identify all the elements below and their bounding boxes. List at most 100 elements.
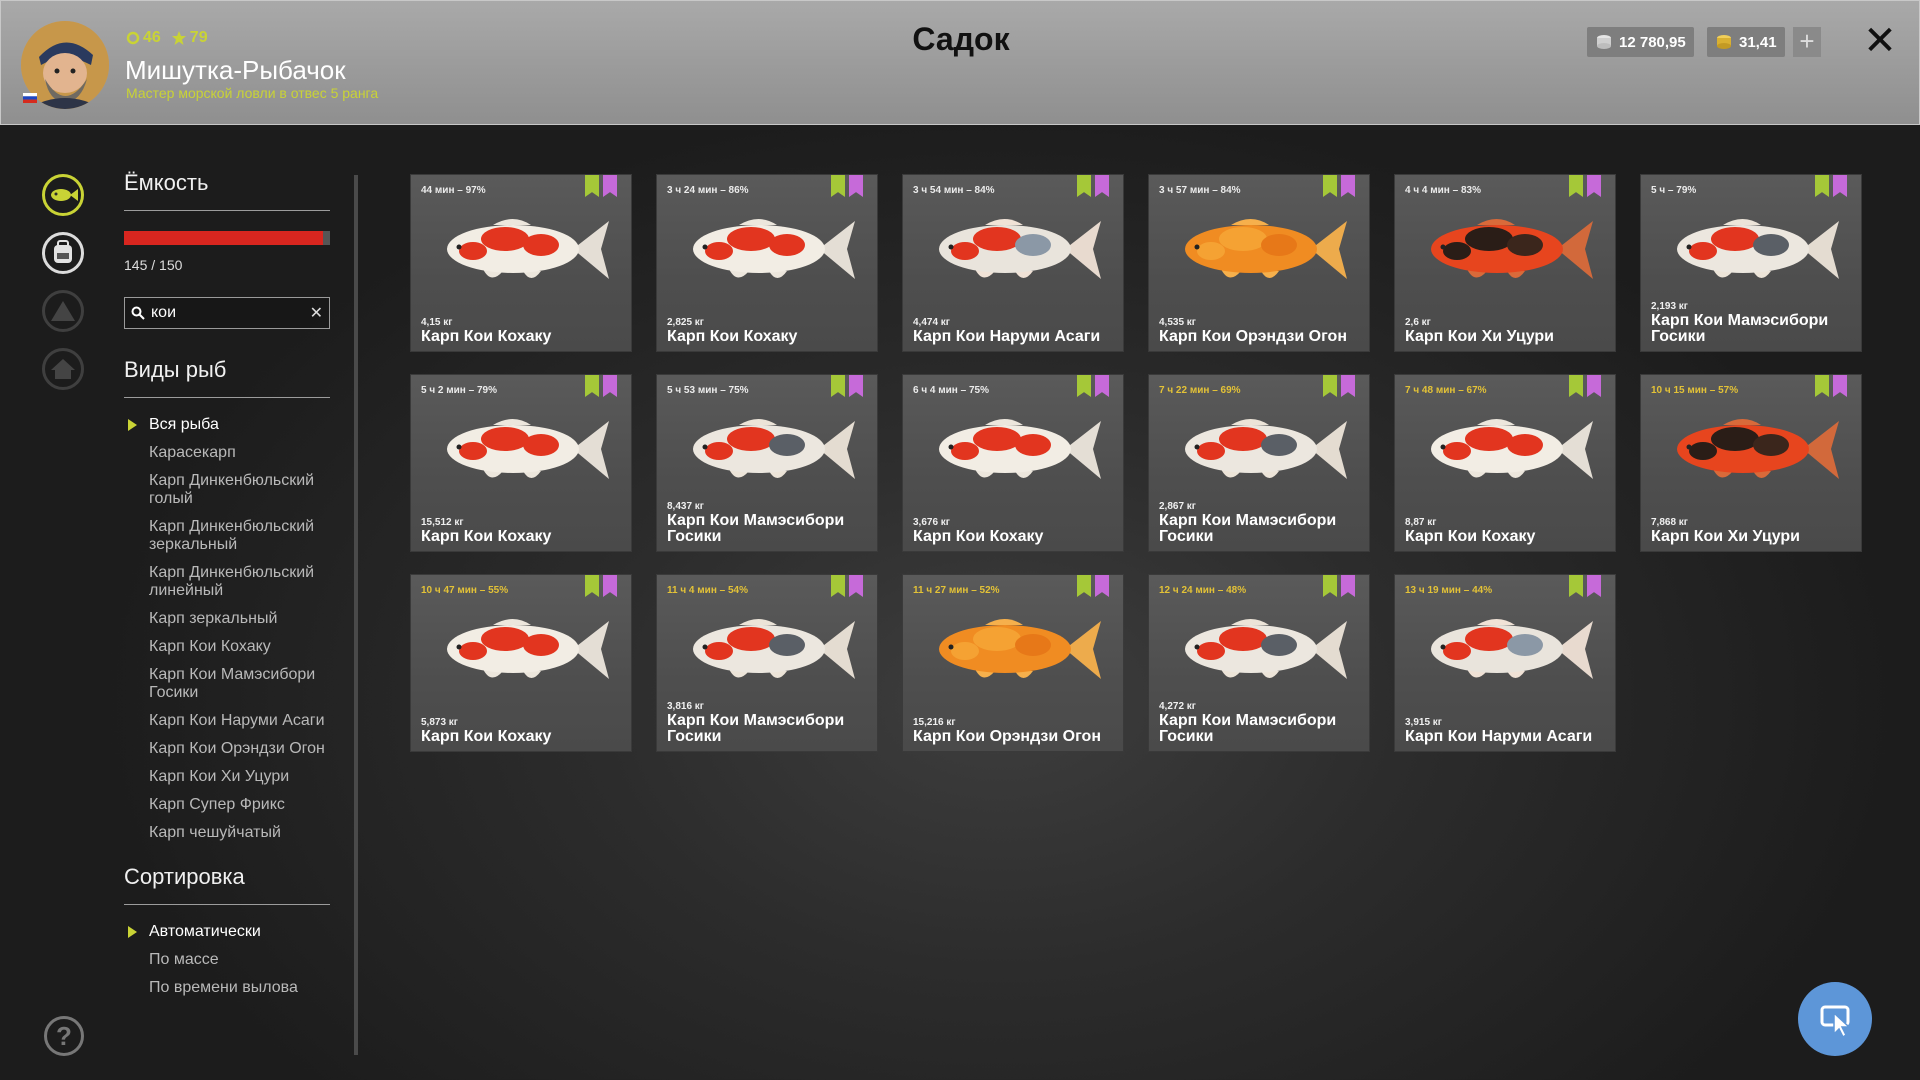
fish-card[interactable]: 6 ч 4 мин – 75% 3,676 кг Карп Кои Кохаку	[902, 374, 1124, 552]
bookmark-purple-icon[interactable]	[603, 375, 617, 397]
bookmark-green-icon[interactable]	[1323, 375, 1337, 397]
cursor-mode-button[interactable]	[1798, 982, 1872, 1056]
fish-card[interactable]: 3 ч 57 мин – 84% 4,535 кг Карп Кои Орэнд…	[1148, 174, 1370, 352]
fish-type-item[interactable]: Карп Динкенбюльский линейный	[124, 564, 330, 600]
bookmark-purple-icon[interactable]	[1095, 375, 1109, 397]
fish-types-title: Виды рыб	[124, 357, 330, 398]
bookmark-purple-icon[interactable]	[849, 175, 863, 197]
fish-type-item[interactable]: Карп Динкенбюльский голый	[124, 472, 330, 508]
bookmark-green-icon[interactable]	[585, 375, 599, 397]
bookmark-green-icon[interactable]	[1077, 575, 1091, 597]
fish-card[interactable]: 13 ч 19 мин – 44% 3,915 кг Карп Кои Нару…	[1394, 574, 1616, 752]
bookmark-purple-icon[interactable]	[849, 375, 863, 397]
fish-type-item[interactable]: Карасекарп	[124, 444, 330, 462]
add-currency-button[interactable]: +	[1793, 27, 1821, 57]
fish-name: Карп Кои Наруми Асаги	[1405, 728, 1593, 745]
fish-type-item[interactable]: Карп Кои Орэндзи Огон	[124, 740, 330, 758]
fish-weight: 5,873 кг	[421, 717, 458, 728]
search-input[interactable]: кои ✕	[124, 297, 330, 329]
fish-weight: 3,676 кг	[913, 517, 950, 528]
fish-type-item[interactable]: Карп Динкенбюльский зеркальный	[124, 518, 330, 554]
bookmark-green-icon[interactable]	[1815, 175, 1829, 197]
sort-option[interactable]: По времени вылова	[124, 979, 330, 997]
fish-card[interactable]: 11 ч 27 мин – 52% 15,216 кг Карп Кои Орэ…	[902, 574, 1124, 752]
fish-card[interactable]: 10 ч 47 мин – 55% 5,873 кг Карп Кои Коха…	[410, 574, 632, 752]
bookmark-purple-icon[interactable]	[1833, 175, 1847, 197]
fish-weight: 3,915 кг	[1405, 717, 1442, 728]
fish-type-item[interactable]: Карп Кои Мамэсибори Госики	[124, 666, 330, 702]
catch-time-freshness: 13 ч 19 мин – 44%	[1405, 585, 1493, 596]
fish-type-item[interactable]: Карп зеркальный	[124, 610, 330, 628]
fish-card[interactable]: 5 ч – 79% 2,193 кг Карп Кои Мамэсибори Г…	[1640, 174, 1862, 352]
bookmark-purple-icon[interactable]	[1341, 575, 1355, 597]
bookmark-purple-icon[interactable]	[1587, 375, 1601, 397]
fish-card[interactable]: 3 ч 24 мин – 86% 2,825 кг Карп Кои Кохак…	[656, 174, 878, 352]
bookmark-green-icon[interactable]	[1569, 575, 1583, 597]
bookmark-green-icon[interactable]	[1323, 175, 1337, 197]
bookmark-green-icon[interactable]	[1323, 575, 1337, 597]
bookmark-purple-icon[interactable]	[1095, 175, 1109, 197]
fish-name: Карп Кои Кохаку	[913, 528, 1044, 545]
tab-keepnet[interactable]	[42, 174, 84, 216]
card-bookmarks	[1569, 175, 1601, 197]
bookmark-green-icon[interactable]	[1569, 375, 1583, 397]
fish-type-item[interactable]: Карп чешуйчатый	[124, 824, 330, 842]
fish-card[interactable]: 11 ч 4 мин – 54% 3,816 кг Карп Кои Мамэс…	[656, 574, 878, 752]
fish-type-item[interactable]: Карп Супер Фрикс	[124, 796, 330, 814]
fish-type-item[interactable]: Вся рыба	[124, 416, 330, 434]
bookmark-green-icon[interactable]	[1569, 175, 1583, 197]
fish-card[interactable]: 12 ч 24 мин – 48% 4,272 кг Карп Кои Мамэ…	[1148, 574, 1370, 752]
bookmark-purple-icon[interactable]	[603, 575, 617, 597]
sort-option[interactable]: Автоматически	[124, 923, 330, 941]
koi-fish-image	[1431, 419, 1593, 479]
fish-type-item[interactable]: Карп Кои Наруми Асаги	[124, 712, 330, 730]
fish-card[interactable]: 5 ч 53 мин – 75% 8,437 кг Карп Кои Мамэс…	[656, 374, 878, 552]
fish-weight: 4,272 кг	[1159, 701, 1196, 712]
bookmark-purple-icon[interactable]	[603, 175, 617, 197]
sort-option[interactable]: По массе	[124, 951, 330, 969]
bookmark-purple-icon[interactable]	[849, 575, 863, 597]
bookmark-green-icon[interactable]	[1077, 175, 1091, 197]
fish-card[interactable]: 5 ч 2 мин – 79% 15,512 кг Карп Кои Кохак…	[410, 374, 632, 552]
clear-search-icon[interactable]: ✕	[310, 303, 323, 323]
tab-home[interactable]	[42, 348, 84, 390]
bookmark-green-icon[interactable]	[585, 175, 599, 197]
silver-balance[interactable]: 12 780,95	[1587, 27, 1694, 57]
fish-card[interactable]: 4 ч 4 мин – 83% 2,6 кг Карп Кои Хи Уцури	[1394, 174, 1616, 352]
bookmark-purple-icon[interactable]	[1095, 575, 1109, 597]
bookmark-green-icon[interactable]	[831, 375, 845, 397]
fish-card[interactable]: 10 ч 15 мин – 57% 7,868 кг Карп Кои Хи У…	[1640, 374, 1862, 552]
catch-time-freshness: 5 ч 2 мин – 79%	[421, 385, 497, 396]
fish-card[interactable]: 7 ч 22 мин – 69% 2,867 кг Карп Кои Мамэс…	[1148, 374, 1370, 552]
bookmark-purple-icon[interactable]	[1341, 375, 1355, 397]
fish-name: Карп Кои Мамэсибори Госики	[667, 712, 845, 745]
catch-time-freshness: 3 ч 54 мин – 84%	[913, 185, 995, 196]
tent-icon	[51, 301, 75, 321]
fish-card[interactable]: 3 ч 54 мин – 84% 4,474 кг Карп Кои Нарум…	[902, 174, 1124, 352]
bookmark-green-icon[interactable]	[1815, 375, 1829, 397]
bookmark-green-icon[interactable]	[585, 575, 599, 597]
bookmark-green-icon[interactable]	[1077, 375, 1091, 397]
bookmark-purple-icon[interactable]	[1587, 175, 1601, 197]
bookmark-purple-icon[interactable]	[1833, 375, 1847, 397]
fish-type-item[interactable]: Карп Кои Хи Уцури	[124, 768, 330, 786]
tab-backpack[interactable]	[42, 232, 84, 274]
bookmark-green-icon[interactable]	[831, 175, 845, 197]
card-bookmarks	[1815, 175, 1847, 197]
card-bookmarks	[1569, 375, 1601, 397]
search-icon	[131, 306, 145, 320]
player-rank: Мастер морской ловли в отвес 5 ранга	[126, 85, 379, 101]
gold-balance[interactable]: 31,41	[1707, 27, 1785, 57]
fish-card[interactable]: 7 ч 48 мин – 67% 8,87 кг Карп Кои Кохаку	[1394, 374, 1616, 552]
tab-camp[interactable]	[42, 290, 84, 332]
fish-weight: 2,6 кг	[1405, 317, 1431, 328]
bookmark-purple-icon[interactable]	[1587, 575, 1601, 597]
fish-name: Карп Кои Наруми Асаги	[913, 328, 1101, 345]
catch-time-freshness: 3 ч 24 мин – 86%	[667, 185, 749, 196]
help-button[interactable]: ?	[44, 1016, 84, 1056]
fish-card[interactable]: 44 мин – 97% 4,15 кг Карп Кои Кохаку	[410, 174, 632, 352]
bookmark-purple-icon[interactable]	[1341, 175, 1355, 197]
bookmark-green-icon[interactable]	[831, 575, 845, 597]
fish-type-item[interactable]: Карп Кои Кохаку	[124, 638, 330, 656]
close-button[interactable]: ✕	[1863, 21, 1897, 61]
